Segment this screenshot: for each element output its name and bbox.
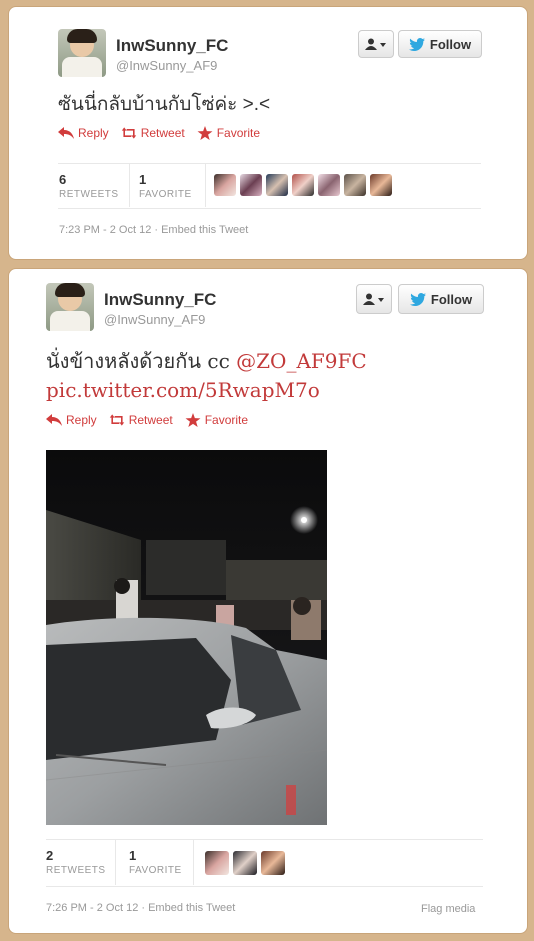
user-avatar[interactable]: [261, 851, 285, 875]
display-name[interactable]: InwSunny_FC: [116, 36, 228, 56]
follow-button[interactable]: Follow: [398, 30, 482, 58]
favorites-stat[interactable]: 1 FAVORITE: [129, 848, 182, 876]
tweet-text: นั่งข้างหลังด้วยกัน cc @ZO_AF9FC pic.twi…: [46, 347, 367, 405]
divider: [46, 886, 483, 887]
user-avatar[interactable]: [266, 174, 288, 196]
favorites-stat[interactable]: 1 FAVORITE: [139, 172, 192, 200]
reply-icon: [58, 127, 74, 139]
twitter-bird-icon: [409, 292, 426, 306]
tweet-card-2: InwSunny_FC @InwSunny_AF9 Follow นั่งข้า…: [8, 268, 528, 934]
user-dropdown-icon: [365, 38, 386, 50]
favorites-count: 1: [139, 172, 147, 187]
retweets-stat[interactable]: 2 RETWEETS: [46, 848, 106, 876]
retweets-count: 2: [46, 848, 54, 863]
tweet-photo[interactable]: [46, 450, 327, 825]
tweet-timestamp[interactable]: 7:26 PM - 2 Oct 12 · Embed this Tweet: [46, 902, 235, 914]
car-night-photo: [46, 450, 327, 825]
stat-separator: [205, 164, 206, 207]
favorite-label: Favorite: [216, 126, 261, 140]
user-dropdown-icon: [363, 293, 384, 305]
reply-label: Reply: [78, 126, 109, 140]
user-actions-button[interactable]: [356, 284, 392, 314]
user-avatar[interactable]: [233, 851, 257, 875]
retweet-icon: [121, 127, 136, 139]
twitter-bird-icon: [408, 37, 425, 51]
favorites-label: FAVORITE: [139, 189, 192, 200]
user-avatar[interactable]: [344, 174, 366, 196]
user-avatar[interactable]: [214, 174, 236, 196]
pic-link[interactable]: pic.twitter.com/5RwapM7o: [46, 378, 320, 402]
user-actions-button[interactable]: [358, 30, 394, 58]
user-avatar[interactable]: [318, 174, 340, 196]
favorite-star-icon: [197, 126, 213, 140]
favorite-action[interactable]: Favorite: [197, 126, 260, 140]
retweets-stat[interactable]: 6 RETWEETS: [59, 172, 119, 200]
favorite-action[interactable]: Favorite: [185, 413, 248, 427]
user-avatar[interactable]: [370, 174, 392, 196]
user-handle[interactable]: @InwSunny_AF9: [104, 312, 205, 327]
divider: [58, 163, 481, 164]
retweets-label: RETWEETS: [46, 865, 106, 876]
favorites-count: 1: [129, 848, 137, 863]
favoriters-avatars: [205, 851, 285, 875]
retweet-label: Retweet: [140, 126, 185, 140]
favoriters-avatars: [214, 174, 392, 196]
retweet-action[interactable]: Retweet: [121, 126, 185, 140]
tweet-body: นั่งข้างหลังด้วยกัน cc: [46, 349, 237, 373]
reply-action[interactable]: Reply: [58, 126, 109, 140]
flag-media-link[interactable]: Flag media: [421, 903, 475, 915]
divider: [46, 839, 483, 840]
retweet-label: Retweet: [128, 413, 173, 427]
reply-label: Reply: [66, 413, 97, 427]
favorite-label: Favorite: [204, 413, 249, 427]
tweet-actions: Reply Retweet Favorite: [58, 126, 260, 140]
stat-separator: [193, 840, 194, 885]
tweet-actions: Reply Retweet Favorite: [46, 413, 248, 427]
stat-separator: [115, 840, 116, 885]
favorites-label: FAVORITE: [129, 865, 182, 876]
follow-label: Follow: [430, 291, 473, 307]
favorite-star-icon: [185, 413, 201, 427]
retweets-label: RETWEETS: [59, 189, 119, 200]
mention-link[interactable]: @ZO_AF9FC: [236, 349, 367, 373]
retweet-icon: [109, 414, 124, 426]
profile-avatar[interactable]: [58, 29, 106, 77]
stat-separator: [129, 164, 130, 207]
reply-icon: [46, 414, 62, 426]
tweet-timestamp[interactable]: 7:23 PM - 2 Oct 12 · Embed this Tweet: [59, 224, 248, 236]
follow-label: Follow: [429, 36, 472, 52]
tweet-text: ซันนี่กลับบ้านกับโซ่ค่ะ >.<: [58, 94, 271, 115]
profile-avatar[interactable]: [46, 283, 94, 331]
user-handle[interactable]: @InwSunny_AF9: [116, 58, 217, 73]
retweets-count: 6: [59, 172, 67, 187]
user-avatar[interactable]: [240, 174, 262, 196]
tweet-card-1: InwSunny_FC @InwSunny_AF9 Follow ซันนี่ก…: [8, 6, 528, 260]
user-avatar[interactable]: [205, 851, 229, 875]
divider: [58, 208, 481, 209]
reply-action[interactable]: Reply: [46, 413, 97, 427]
user-avatar[interactable]: [292, 174, 314, 196]
follow-button[interactable]: Follow: [398, 284, 484, 314]
display-name[interactable]: InwSunny_FC: [104, 290, 216, 310]
retweet-action[interactable]: Retweet: [109, 413, 173, 427]
